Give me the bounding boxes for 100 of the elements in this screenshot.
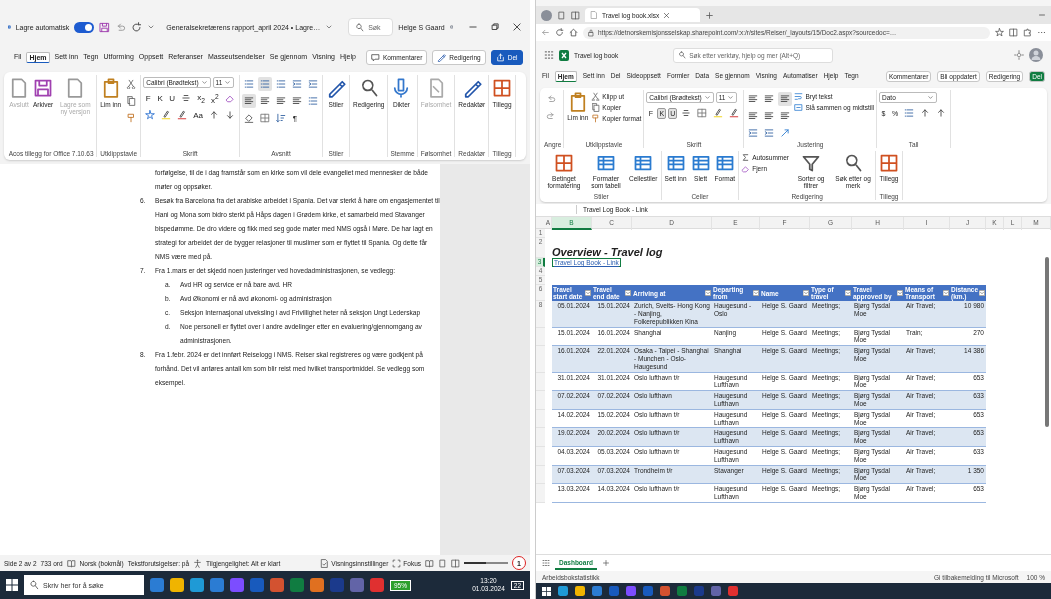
border-icon [260, 113, 270, 123]
star-icon [995, 28, 1004, 37]
table-icon [690, 153, 711, 173]
align-icon [276, 96, 286, 106]
minimize-icon [1038, 11, 1046, 19]
scissors-icon [591, 92, 601, 101]
plus-icon [601, 559, 610, 567]
dropdown-icon [585, 290, 591, 297]
style-key-button[interactable]: K [155, 92, 166, 104]
document-check-icon [320, 558, 330, 568]
brush-icon [126, 113, 137, 123]
dropdown-icon [943, 290, 949, 297]
undo-icon [115, 21, 127, 33]
indent-icon [748, 128, 759, 138]
comment-icon [370, 52, 380, 62]
arrow-up-icon [936, 108, 947, 118]
strikethrough-icon [681, 108, 692, 118]
tool-button[interactable] [143, 108, 158, 122]
style-key-button[interactable]: x$_{2}$ [195, 92, 207, 104]
app-icon[interactable] [370, 578, 384, 592]
search-icon [29, 580, 39, 590]
wrap-icon [794, 92, 804, 101]
search-icon [355, 22, 365, 32]
sigma-icon [741, 153, 751, 162]
style-key-button[interactable]: x$^{2}$ [208, 92, 221, 104]
chevron-down-icon [727, 94, 735, 101]
eraser-icon [224, 93, 235, 103]
app-icon[interactable] [310, 578, 324, 592]
lock-icon [587, 28, 595, 37]
chevron-down-icon [927, 94, 935, 101]
indent-icon [764, 128, 775, 138]
style-key-button[interactable]: U [167, 92, 178, 104]
share-icon [495, 52, 505, 62]
dropdown-icon [625, 290, 631, 297]
brush-icon [591, 114, 601, 123]
scissors-icon [126, 79, 137, 89]
style-key-button[interactable]: Aa [191, 109, 205, 121]
windows-logo-icon[interactable] [542, 586, 551, 596]
redo-icon [546, 111, 556, 121]
chevron-down-icon [703, 94, 711, 101]
grid-icon [554, 153, 574, 173]
align-icon [260, 96, 270, 106]
align-icon [748, 111, 759, 121]
back-arrow-icon [541, 28, 550, 37]
list-icon [308, 96, 318, 106]
dropdown-icon [753, 290, 759, 297]
sort-icon [276, 113, 286, 123]
list-icon [904, 108, 915, 118]
dropdown-icon [845, 290, 851, 297]
page-icon [438, 558, 447, 568]
dropdown-icon [979, 290, 986, 297]
tool-button[interactable] [778, 92, 793, 106]
grid-icon [879, 153, 900, 173]
columns-icon [1009, 28, 1018, 37]
tool-button[interactable] [258, 111, 272, 125]
avatar-icon[interactable] [1029, 48, 1043, 62]
border-icon [697, 108, 708, 118]
align-icon [780, 111, 791, 121]
app-icon[interactable] [170, 578, 184, 592]
merge-icon [794, 103, 804, 112]
close-icon [512, 22, 522, 32]
autosave-toggle[interactable] [74, 21, 95, 33]
chevron-down-icon [325, 23, 334, 31]
sheet-title: Overview - Travel log [552, 245, 664, 258]
tool-button[interactable] [242, 94, 256, 108]
indent-icon [292, 79, 302, 89]
grid-icon [492, 78, 513, 98]
strikethrough-icon [181, 93, 192, 103]
windows-logo-icon[interactable] [6, 579, 18, 591]
table-icon [714, 153, 735, 173]
excel-logo-icon [559, 49, 569, 61]
table-icon [665, 153, 686, 173]
dropdown-icon [897, 290, 903, 297]
app-icon[interactable] [190, 578, 204, 592]
close-icon [663, 11, 671, 19]
font-color-icon [729, 108, 740, 118]
diagonal-arrow-icon [780, 128, 791, 138]
focus-icon [392, 558, 402, 568]
tool-button[interactable] [274, 111, 288, 125]
align-icon [764, 94, 775, 104]
table-icon [596, 153, 616, 173]
dropdown-icon [705, 290, 711, 297]
refresh-icon [131, 21, 143, 33]
arrow-up-icon [209, 110, 219, 120]
indent-icon [308, 79, 318, 89]
table-icon [633, 153, 654, 173]
waffle-icon [542, 559, 550, 567]
highlighter-icon [161, 110, 172, 120]
pen-icon [437, 52, 447, 62]
style-key-button[interactable]: ¶ [290, 112, 300, 124]
style-key-button[interactable]: F [143, 92, 154, 104]
filter-icon [801, 153, 822, 173]
avatar-icon[interactable] [541, 9, 552, 21]
search-icon [678, 51, 687, 59]
chevron-down-icon [224, 79, 232, 86]
align-icon [780, 94, 791, 104]
align-icon [764, 111, 775, 121]
copy-icon [591, 103, 601, 112]
chevron-down-icon [147, 23, 156, 31]
font-color-icon [177, 110, 188, 120]
